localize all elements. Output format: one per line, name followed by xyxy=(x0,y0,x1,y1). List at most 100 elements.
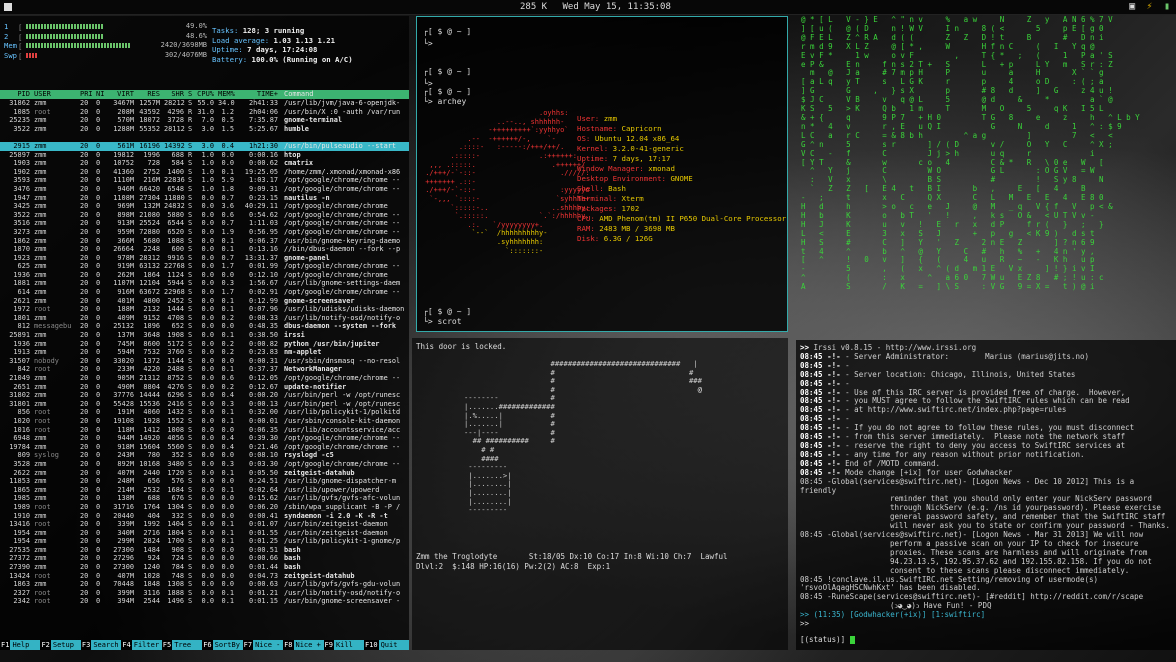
table-row[interactable]: 614 zmm 20 0 916M 63672 22968 S 0.0 1.7 0:02.91/op… xyxy=(0,288,409,297)
col-shr[interactable]: SHR xyxy=(164,90,184,99)
clock[interactable]: Wed May 15, 11:35:08 xyxy=(563,2,671,12)
table-row[interactable]: 3425 zmm 20 0 969M 132M 24832 S 0.0 3.6 40:29.11/o… xyxy=(0,202,409,211)
cell: 1992 xyxy=(143,520,160,529)
cell: S xyxy=(188,434,193,443)
table-row[interactable]: 1903 zmm 20 0 10752 728 584 S 1.0 0.0 0:00.62 cmatr… xyxy=(0,159,409,168)
fkey-tree[interactable]: F5 Tree xyxy=(161,640,203,650)
window-icon[interactable]: ▣ xyxy=(1129,1,1135,12)
fkey-nice[interactable]: F7 Nice - xyxy=(242,640,284,650)
table-row[interactable]: 3522 zmm 20 0 1288M 55352 28112 S 3.0 1.5 5:25.67 h… xyxy=(0,125,409,134)
archey-terminal[interactable]: ┌[ $ @ ~ ] └> ┌[ $ @ ~ ] └> ┌[ $ @ ~ ] └… xyxy=(416,16,788,332)
col-virt[interactable]: VIRT xyxy=(108,90,134,99)
table-row[interactable]: 1936 zmm 20 0 745M 8600 5172 S 0.0 0.2 0:00.82 pyth… xyxy=(0,340,409,349)
table-row[interactable]: 13416 root 20 0 339M 1992 1404 S 0.0 0.1 0:01.07/u… xyxy=(0,520,409,529)
table-row[interactable]: 1972 root 20 0 188M 2132 1444 S 0.0 0.1 0:07.96/us… xyxy=(0,305,409,314)
input-prompt[interactable]: >> xyxy=(800,619,814,628)
table-row[interactable]: 3476 zmm 20 0 946M 66420 6548 S 1.0 1.8 9:09.31/op… xyxy=(0,185,409,194)
table-row[interactable]: 31802 zmm 20 0 37776 14444 6296 S 0.0 0.4 0:00.20 /… xyxy=(0,391,409,400)
table-row[interactable]: 1862 zmm 20 0 366M 5680 1088 S 0.0 0.1 0:06.37/usr… xyxy=(0,237,409,246)
table-row[interactable]: 1863 zmm 20 0 70448 1848 1308 S 0.0 0.0 0:00.63/us… xyxy=(0,580,409,589)
table-row[interactable]: 625 zmm 20 0 919M 63132 22768 S 0.0 1.7 0:01.99/op… xyxy=(0,262,409,271)
fkey-help[interactable]: F1 Help xyxy=(0,640,41,650)
fkey-kill[interactable]: F9 Kill xyxy=(323,640,364,650)
col-command[interactable]: Command xyxy=(284,90,408,99)
col-state[interactable]: S xyxy=(188,90,192,99)
table-row[interactable]: 3273 zmm 20 0 959M 72880 6520 S 0.0 1.9 0:56.95/op… xyxy=(0,228,409,237)
table-row[interactable]: 2621 zmm 20 0 401M 4800 2452 S 0.0 0.1 0:12.99 gnom… xyxy=(0,297,409,306)
table-row[interactable]: 6948 zmm 20 0 944M 14920 4056 S 0.0 0.4 0:39.30/op… xyxy=(0,434,409,443)
htop-terminal[interactable]: 1 [49.0% 2 [48.6% Mem[2420/3698MB Swp[302/407… xyxy=(0,16,409,650)
col-time[interactable]: TIME+ xyxy=(240,90,278,99)
status-window[interactable]: [(status)] xyxy=(800,635,855,644)
table-row[interactable]: 25891 zmm 20 0 137M 3648 1908 S 0.0 0.1 0:38.50 irs… xyxy=(0,331,409,340)
table-row[interactable]: 2327 root 20 0 399M 3116 1888 S 0.0 0.1 0:01.21/us… xyxy=(0,589,409,598)
table-row[interactable]: 856 root 20 0 191M 4060 1432 S 0.0 0.1 0:32.00/usr… xyxy=(0,408,409,417)
table-row[interactable]: 1910 zmm 20 0 20440 404 332 S 0.0 0.0 0:00.41 synda… xyxy=(0,512,409,521)
table-row[interactable]: 1902 zmm 20 0 41360 2752 1400 S 1.0 0.1 19:25.05/h… xyxy=(0,168,409,177)
process-table-header[interactable]: PID USER PRI NI VIRT RES SHR S CPU% MEM%… xyxy=(0,90,409,99)
col-ni[interactable]: NI xyxy=(96,90,104,99)
table-row[interactable]: 21049 zmm 20 0 905M 21312 8752 S 0.0 0.6 0:12.05/o… xyxy=(0,374,409,383)
table-row[interactable]: 31507 nobody 20 0 33020 1372 1144 S 0.0 0.0 0:00.3… xyxy=(0,357,409,366)
table-row[interactable]: 809 syslog 20 0 243M 780 352 S 0.0 0.0 0:08.10 rsys… xyxy=(0,451,409,460)
table-row[interactable]: 812 messagebu 20 0 25132 1896 652 S 0.0 0.0 0:48.3… xyxy=(0,322,409,331)
table-row[interactable]: 1954 zmm 20 0 340M 2716 1804 S 0.0 0.1 0:01.55/usr… xyxy=(0,529,409,538)
table-row[interactable]: 27535 zmm 20 0 27300 1484 908 S 0.0 0.0 0:00.51 bas… xyxy=(0,546,409,555)
table-row[interactable]: 1913 zmm 20 0 594M 7532 3760 S 0.0 0.2 0:23.83 nm-a… xyxy=(0,348,409,357)
table-row[interactable]: 1016 root 20 0 118M 1412 1008 S 0.0 0.0 0:06.35/us… xyxy=(0,426,409,435)
fkey-setup[interactable]: F2 Setup xyxy=(40,640,81,650)
col-mem[interactable]: MEM% xyxy=(218,90,235,99)
table-row[interactable]: 3593 zmm 20 0 1110M 216M 22836 S 1.0 5.9 1:03.17/o… xyxy=(0,176,409,185)
table-row[interactable]: 1947 zmm 20 0 1108M 27304 11880 S 0.0 0.7 0:23.15 n… xyxy=(0,194,409,203)
signal-icon[interactable]: ▮ xyxy=(1164,1,1170,12)
table-row[interactable]: 1801 zmm 20 0 409M 9152 4708 S 0.0 0.2 0:08.33/usr… xyxy=(0,314,409,323)
table-row[interactable]: 1870 zmm 20 0 26664 2248 600 S 0.0 0.1 0:13.16 //bi… xyxy=(0,245,409,254)
table-row[interactable]: 1985 zmm 20 0 138M 688 676 S 0.0 0.0 0:15.62/usr/l… xyxy=(0,494,409,503)
table-row[interactable]: 1923 zmm 20 0 978M 28312 9916 S 0.0 0.7 13:31.37 gn… xyxy=(0,254,409,263)
table-row[interactable]: 2342 root 20 0 394M 2544 1496 S 0.0 0.1 0:01.15/us… xyxy=(0,597,409,606)
table-row[interactable]: 1936 zmm 20 0 262M 1864 1124 S 0.0 0.0 0:12.10/opt… xyxy=(0,271,409,280)
process-list[interactable]: 31862 zmm 20 0 3467M 1257M 28212 S 55.0 34.0 2h41:… xyxy=(0,99,409,606)
fkey-search[interactable]: F3 Search xyxy=(80,640,122,650)
table-row[interactable]: 13424 root 20 0 407M 1028 748 S 0.0 0.0 0:04.73 zei… xyxy=(0,572,409,581)
runescape-notice[interactable]: 08:45 -RuneScape(services@swiftirc.net)-… xyxy=(800,592,1143,601)
table-row[interactable]: 2622 zmm 20 0 407M 2440 1720 S 0.0 0.1 0:05.50 zeit… xyxy=(0,469,409,478)
table-row[interactable]: 3516 zmm 20 0 913M 25524 6544 S 0.0 0.7 1:11.03/op… xyxy=(0,219,409,228)
table-row[interactable]: 25235 zmm 20 0 570M 18072 3728 R 7.0 0.5 7:35.87 gn… xyxy=(0,116,409,125)
fkey-nice[interactable]: F8 Nice + xyxy=(283,640,324,650)
table-row[interactable]: 1085 root 20 0 208M 43592 4296 R 31.0 1.2 2h04:06 /… xyxy=(0,108,409,117)
table-row[interactable]: 1865 zmm 20 0 214M 2532 1684 S 0.0 0.1 0:02.64/usr… xyxy=(0,486,409,495)
col-pri[interactable]: PRI xyxy=(80,90,93,99)
workspace-icon[interactable] xyxy=(4,3,12,11)
table-row[interactable]: 31862 zmm 20 0 3467M 1257M 28212 S 55.0 34.0 2h41:… xyxy=(0,99,409,108)
table-row[interactable]: 1020 root 20 0 19108 1928 1552 S 0.0 0.1 0:00.01/u… xyxy=(0,417,409,426)
col-pid[interactable]: PID xyxy=(2,90,30,99)
fkey-sortby[interactable]: F6 SortBy xyxy=(202,640,243,650)
fkey-quit[interactable]: F10 Quit xyxy=(363,640,409,650)
cmatrix-terminal[interactable]: @ * [ L V - } E ^ " n v % a w N Z y A N … xyxy=(792,16,1176,338)
table-row[interactable]: 2651 zmm 20 0 490M 8804 4276 S 0.0 0.2 0:12.67 upda… xyxy=(0,383,409,392)
table-row[interactable]: 1989 root 20 0 31716 1764 1304 S 0.0 0.0 0:06.20/s… xyxy=(0,503,409,512)
cell: 20 xyxy=(80,236,89,245)
table-row[interactable]: 3522 zmm 20 0 898M 21080 5880 S 0.0 0.6 0:54.62/op… xyxy=(0,211,409,220)
table-row[interactable] xyxy=(0,133,409,142)
table-row[interactable]: 27372 zmm 20 0 27296 924 724 S 0.0 0.0 0:00.66 bash xyxy=(0,554,409,563)
table-row[interactable]: 25897 zmm 20 0 19812 1996 688 R 1.0 0.0 0:00.16 hto… xyxy=(0,151,409,160)
table-row[interactable]: 1881 zmm 20 0 1107M 12104 5944 S 0.0 0.3 1:56.67/u… xyxy=(0,279,409,288)
irssi-terminal[interactable]: >> Irssi v0.8.15 - http://www.irssi.org 0… xyxy=(796,340,1176,650)
table-row[interactable]: 27390 zmm 20 0 27300 1240 784 S 0.0 0.0 0:01.44 bas… xyxy=(0,563,409,572)
col-cpu[interactable]: CPU% xyxy=(196,90,214,99)
col-user[interactable]: USER xyxy=(34,90,51,99)
table-row[interactable]: 842 root 20 0 233M 4220 2488 S 0.0 0.1 0:37.37 Netw… xyxy=(0,365,409,374)
cell: 0.0 xyxy=(201,391,214,400)
table-row[interactable]: 11853 zmm 20 0 248M 656 576 S 0.0 0.0 0:24.51/usr/… xyxy=(0,477,409,486)
fkey-filter[interactable]: F4 Filter xyxy=(121,640,162,650)
table-row[interactable]: 31801 zmm 20 0 55428 15536 2416 S 0.0 0.3 0:00.13 /… xyxy=(0,400,409,409)
table-row[interactable]: 19784 zmm 20 0 918M 15604 5560 S 0.0 0.4 0:21.46/o… xyxy=(0,443,409,452)
col-res[interactable]: RES xyxy=(138,90,160,99)
nethack-terminal[interactable]: This door is locked. ###################… xyxy=(412,338,788,650)
table-row[interactable]: 2915 zmm 20 0 561M 16196 14392 S 3.0 0.4 1h21:30/u… xyxy=(0,141,409,151)
table-row[interactable]: 1954 zmm 20 0 299M 2824 1700 S 0.0 0.1 0:01.25/usr… xyxy=(0,537,409,546)
battery-icon[interactable]: ⚡ xyxy=(1147,1,1153,12)
table-row[interactable]: 3528 zmm 20 0 892M 10168 3480 S 0.0 0.3 0:03.30/op… xyxy=(0,460,409,469)
